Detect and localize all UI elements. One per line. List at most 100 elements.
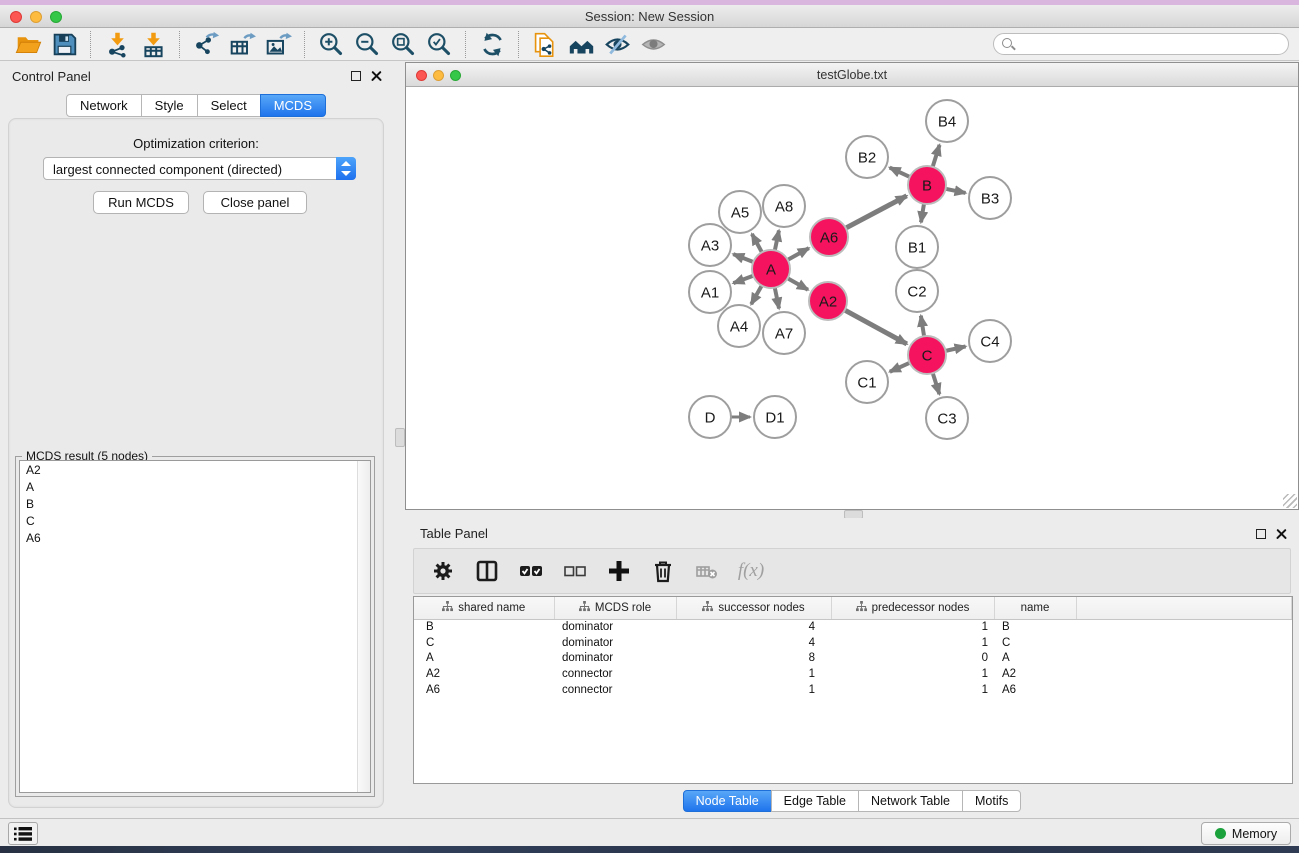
export-table-button[interactable] — [224, 29, 260, 59]
col-successor-nodes[interactable]: successor nodes — [676, 597, 831, 619]
node-C1[interactable]: C1 — [846, 361, 888, 403]
search-input[interactable] — [1020, 35, 1280, 53]
float-table-panel-icon[interactable] — [1256, 529, 1266, 539]
tab-motifs[interactable]: Motifs — [962, 790, 1021, 812]
col-name[interactable]: name — [994, 597, 1076, 619]
node-B2[interactable]: B2 — [846, 136, 888, 178]
tab-node-table[interactable]: Node Table — [683, 790, 772, 812]
zoom-selected-button[interactable] — [421, 29, 457, 59]
node-A4[interactable]: A4 — [718, 305, 760, 347]
mcds-result-item[interactable]: B — [20, 495, 370, 512]
clone-network-button[interactable] — [527, 29, 563, 59]
zoom-fit-button[interactable] — [385, 29, 421, 59]
create-column-button[interactable] — [604, 556, 634, 586]
node-B3[interactable]: B3 — [969, 177, 1011, 219]
node-C[interactable]: C — [908, 336, 946, 374]
import-network-button[interactable] — [99, 29, 135, 59]
node-A7[interactable]: A7 — [763, 312, 805, 354]
close-panel-icon[interactable] — [371, 70, 382, 81]
resize-grip-icon[interactable] — [1283, 494, 1297, 508]
edge-A-A1[interactable] — [733, 276, 753, 283]
node-C2[interactable]: C2 — [896, 270, 938, 312]
edge-C-C3[interactable] — [933, 373, 940, 394]
save-session-button[interactable] — [46, 29, 82, 59]
tab-select[interactable]: Select — [197, 94, 261, 117]
mcds-result-item[interactable]: A6 — [20, 529, 370, 546]
table-row[interactable]: Adominator80A — [414, 651, 1292, 667]
zoom-out-button[interactable] — [349, 29, 385, 59]
mcds-result-item[interactable]: A2 — [20, 461, 370, 478]
col-mcds-role[interactable]: MCDS role — [554, 597, 676, 619]
network-canvas[interactable]: B4B2BB3A8A5A6A3B1AC2A1A2A4A7C4CC1C3DD1 — [406, 87, 1298, 509]
edge-B-B1[interactable] — [921, 204, 924, 223]
node-A2[interactable]: A2 — [809, 282, 847, 320]
export-image-button[interactable] — [260, 29, 296, 59]
table-row[interactable]: A6connector11A6 — [414, 682, 1292, 698]
col-predecessor-nodes[interactable]: predecessor nodes — [831, 597, 994, 619]
tab-mcds[interactable]: MCDS — [260, 94, 326, 117]
node-B4[interactable]: B4 — [926, 100, 968, 142]
edge-A-A4[interactable] — [751, 286, 761, 305]
delete-table-button[interactable] — [692, 556, 722, 586]
edge-B-B3[interactable] — [946, 189, 966, 193]
select-all-columns-button[interactable] — [516, 556, 546, 586]
node-B1[interactable]: B1 — [896, 226, 938, 268]
node-C3[interactable]: C3 — [926, 397, 968, 439]
tab-network-table[interactable]: Network Table — [858, 790, 963, 812]
edge-A-A2[interactable] — [788, 278, 808, 289]
node-A[interactable]: A — [752, 250, 790, 288]
edge-B-B4[interactable] — [933, 145, 940, 167]
open-session-button[interactable] — [10, 29, 46, 59]
mcds-result-item[interactable]: A — [20, 478, 370, 495]
deselect-all-columns-button[interactable] — [560, 556, 590, 586]
search-field[interactable] — [993, 33, 1289, 55]
edge-A-A3[interactable] — [733, 254, 753, 262]
edge-A-A5[interactable] — [752, 234, 762, 252]
edge-C-C4[interactable] — [946, 346, 966, 350]
function-builder-button[interactable]: f(x) — [736, 556, 766, 586]
tab-style[interactable]: Style — [141, 94, 198, 117]
close-table-panel-icon[interactable] — [1276, 528, 1287, 539]
node-C4[interactable]: C4 — [969, 320, 1011, 362]
show-log-button[interactable] — [8, 822, 38, 845]
delete-column-button[interactable] — [648, 556, 678, 586]
node-A3[interactable]: A3 — [689, 224, 731, 266]
import-table-button[interactable] — [135, 29, 171, 59]
node-D1[interactable]: D1 — [754, 396, 796, 438]
edge-A-A7[interactable] — [775, 288, 779, 309]
node-D[interactable]: D — [689, 396, 731, 438]
close-panel-button[interactable]: Close panel — [203, 191, 307, 214]
vertical-splitter-grip[interactable] — [395, 428, 405, 447]
hide-selected-button[interactable] — [599, 29, 635, 59]
show-all-button[interactable] — [635, 29, 671, 59]
table-row[interactable]: Cdominator41C — [414, 635, 1292, 651]
table-settings-button[interactable] — [428, 556, 458, 586]
tab-edge-table[interactable]: Edge Table — [771, 790, 859, 812]
zoom-in-button[interactable] — [313, 29, 349, 59]
criterion-dropdown[interactable]: largest connected component (directed) — [43, 157, 356, 180]
export-network-button[interactable] — [188, 29, 224, 59]
scrollbar[interactable] — [357, 461, 370, 792]
memory-button[interactable]: Memory — [1201, 822, 1291, 845]
edge-A-A8[interactable] — [775, 230, 779, 250]
node-A5[interactable]: A5 — [719, 191, 761, 233]
table-row[interactable]: A2connector11A2 — [414, 666, 1292, 682]
tab-network[interactable]: Network — [66, 94, 142, 117]
node-A6[interactable]: A6 — [810, 218, 848, 256]
split-table-button[interactable] — [472, 556, 502, 586]
node-A8[interactable]: A8 — [763, 185, 805, 227]
mcds-result-item[interactable]: C — [20, 512, 370, 529]
edge-C-C1[interactable] — [890, 363, 910, 372]
edge-A-A6[interactable] — [788, 248, 809, 260]
first-neighbors-button[interactable] — [563, 29, 599, 59]
table-row[interactable]: Bdominator41B — [414, 619, 1292, 635]
apply-layout-button[interactable] — [474, 29, 510, 59]
run-mcds-button[interactable]: Run MCDS — [93, 191, 189, 214]
edge-A2-C[interactable] — [845, 310, 907, 344]
edge-B-B2[interactable] — [890, 168, 910, 177]
edge-A6-B[interactable] — [846, 196, 907, 228]
col-shared-name[interactable]: shared name — [414, 597, 554, 619]
float-panel-icon[interactable] — [351, 71, 361, 81]
node-A1[interactable]: A1 — [689, 271, 731, 313]
edge-C-C2[interactable] — [921, 316, 924, 337]
